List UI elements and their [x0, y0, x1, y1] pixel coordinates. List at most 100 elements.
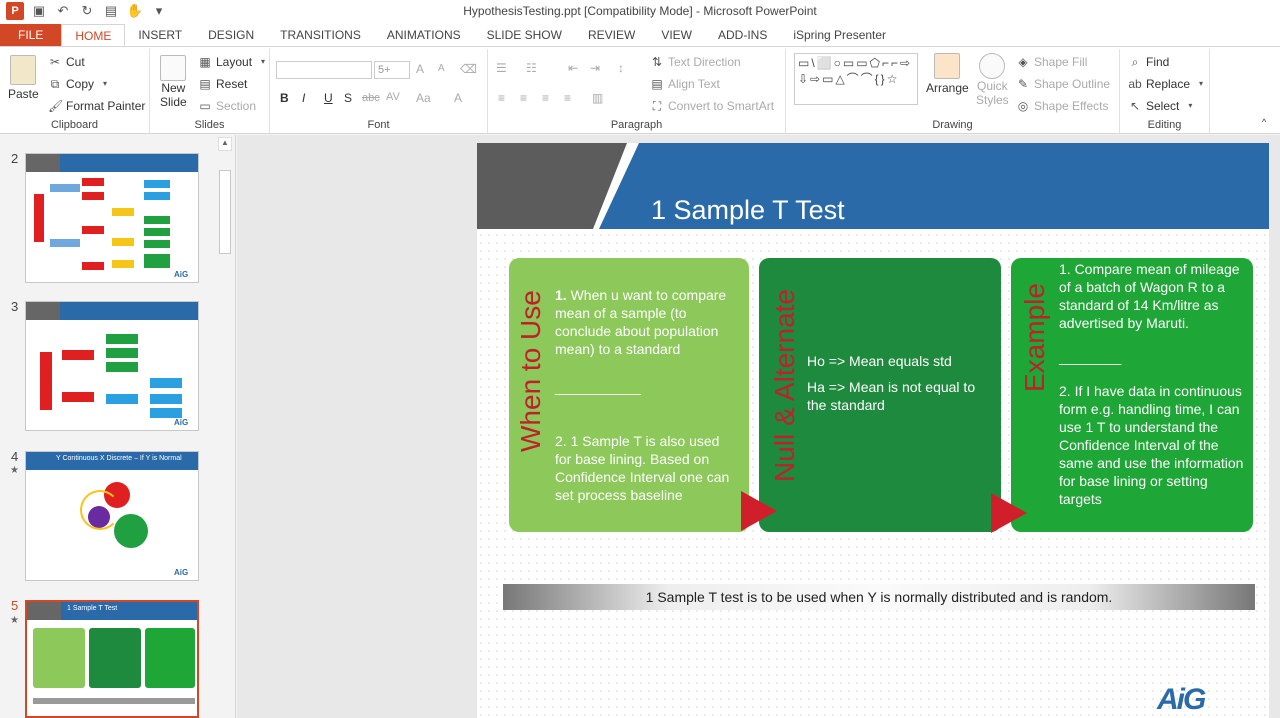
thumbnail-shape — [50, 184, 80, 192]
scissors-icon: ✂ — [49, 55, 61, 69]
font-group-label: Font — [367, 119, 390, 131]
tab-home[interactable]: HOME — [61, 24, 126, 46]
arrange-button[interactable]: Arrange — [926, 53, 969, 95]
paint-bucket-icon: ◈ — [1018, 55, 1028, 69]
font-size-combo[interactable]: 5+ — [374, 61, 410, 79]
slide-title[interactable]: 1 Sample T Test — [651, 195, 845, 226]
shrink-font-button[interactable]: A — [438, 63, 445, 74]
tab-insert[interactable]: INSERT — [125, 24, 195, 46]
copy-button[interactable]: ⧉ Copy ▾ — [48, 77, 112, 91]
bullets-icon[interactable]: ☰ — [496, 61, 507, 75]
replace-button[interactable]: ab Replace ▾ — [1128, 77, 1208, 91]
thumbnail-shape — [150, 378, 182, 388]
thumbnail-shape — [145, 628, 195, 688]
shape-effects-button[interactable]: ◎ Shape Effects — [1016, 99, 1109, 113]
italic-button[interactable]: I — [302, 91, 305, 105]
section-icon: ▭ — [199, 99, 211, 113]
reset-button[interactable]: ▤ Reset — [198, 77, 247, 91]
text-direction-button[interactable]: ⇅ Text Direction — [650, 55, 741, 69]
slide-thumbnail-2[interactable]: AiG — [25, 153, 199, 283]
tab-transitions[interactable]: TRANSITIONS — [267, 24, 374, 46]
section-label: Section — [216, 99, 257, 113]
slide-thumbnail-4[interactable]: Y Continuous X Discrete – If Y is Normal… — [25, 451, 199, 581]
strikethrough-button[interactable]: abc — [362, 92, 380, 104]
tab-file[interactable]: FILE — [0, 24, 62, 46]
align-text-button[interactable]: ▤ Align Text — [650, 77, 719, 91]
line-spacing-icon[interactable]: ↕ — [618, 61, 624, 75]
scroll-up-button[interactable]: ▲ — [218, 137, 232, 151]
numbering-icon[interactable]: ☷ — [526, 61, 537, 75]
card-text-p2: 2. 1 Sample T is also used for base lini… — [555, 433, 730, 503]
align-left-icon[interactable]: ≡ — [498, 91, 505, 105]
card-heading: Example — [1019, 283, 1050, 392]
find-button[interactable]: ⌕ Find — [1128, 55, 1170, 69]
shapes-gallery[interactable]: ▭\⬜○▭▭⬠⌐⌐⇨⇩⇨▭△⌒⌒{}☆ — [794, 53, 918, 105]
bold-button[interactable]: B — [280, 91, 289, 105]
clear-formatting-icon[interactable]: ⌫ — [460, 62, 477, 76]
thumbnail-shape — [62, 392, 94, 402]
shape-outline-button[interactable]: ✎ Shape Outline — [1016, 77, 1110, 91]
shape-fill-label: Shape Fill — [1034, 55, 1088, 69]
thumbnail-scrollbar[interactable] — [219, 170, 231, 254]
format-painter-button[interactable]: 🖌 Format Painter — [48, 99, 145, 113]
thumbnail-shape — [112, 208, 134, 216]
tab-ispring-presenter[interactable]: iSpring Presenter — [780, 24, 899, 46]
increase-indent-icon[interactable]: ⇥ — [590, 61, 600, 75]
tab-slide-show[interactable]: SLIDE SHOW — [474, 24, 575, 46]
card-null-alternate[interactable]: Null & Alternate Ho => Mean equals std H… — [759, 258, 1001, 532]
card-separator: ___________ — [555, 379, 641, 395]
thumbnail-shape — [33, 698, 195, 704]
new-slide-icon — [160, 55, 187, 81]
card-when-to-use[interactable]: When to Use 1. When u want to compare me… — [509, 258, 749, 532]
card-heading: Null & Alternate — [769, 289, 800, 482]
card-example[interactable]: Example 1. Compare mean of mileage of a … — [1011, 258, 1253, 532]
change-case-button[interactable]: Aa — [416, 91, 431, 105]
slides-group-label: Slides — [194, 119, 225, 131]
quick-styles-button[interactable]: Quick Styles — [976, 53, 1009, 107]
align-center-icon[interactable]: ≡ — [520, 91, 527, 105]
new-slide-label-2: Slide — [160, 95, 187, 109]
convert-smartart-button[interactable]: ⛶ Convert to SmartArt — [650, 99, 774, 113]
text-shadow-button[interactable]: S — [344, 91, 352, 105]
thumbnail-shape — [144, 216, 170, 224]
columns-icon[interactable]: ▥ — [592, 91, 603, 105]
thumbnail-shape — [144, 240, 170, 248]
window-title: HypothesisTesting.ppt [Compatibility Mod… — [463, 4, 817, 18]
thumbnail-shape — [112, 260, 134, 268]
font-name-combo[interactable] — [276, 61, 372, 79]
new-slide-button[interactable]: New Slide — [160, 55, 187, 109]
thumbnail-shape — [114, 514, 148, 548]
grow-font-button[interactable]: A — [416, 62, 424, 76]
slide-thumbnail-5[interactable]: 1 Sample T Test — [25, 600, 199, 718]
justify-icon[interactable]: ≡ — [564, 91, 571, 105]
slide-thumbnail-3[interactable]: AiG — [25, 301, 199, 431]
tab-design[interactable]: DESIGN — [195, 24, 267, 46]
summary-banner[interactable]: 1 Sample T test is to be used when Y is … — [503, 584, 1255, 610]
thumbnail-number: 4 — [11, 449, 19, 464]
thumbnail-shape — [80, 490, 120, 530]
collapse-ribbon-icon[interactable]: ^ — [1262, 117, 1266, 127]
section-button[interactable]: ▭ Section — [198, 99, 256, 113]
cut-button[interactable]: ✂ Cut — [48, 55, 85, 69]
thumbnail-shape — [106, 394, 138, 404]
font-color-button[interactable]: A — [454, 91, 462, 105]
cursor-icon: ↖ — [1129, 99, 1141, 113]
character-spacing-button[interactable]: AV — [386, 91, 400, 103]
select-button[interactable]: ↖ Select ▾ — [1128, 99, 1197, 113]
paste-button[interactable]: Paste — [8, 55, 39, 101]
thumbnail-shape — [112, 238, 134, 246]
shape-fill-button[interactable]: ◈ Shape Fill — [1016, 55, 1087, 69]
layout-button[interactable]: ▦ Layout ▾ — [198, 55, 270, 69]
underline-button[interactable]: U — [324, 91, 333, 105]
tab-animations[interactable]: ANIMATIONS — [374, 24, 474, 46]
tab-view[interactable]: VIEW — [648, 24, 705, 46]
thumbnail-header: 1 Sample T Test — [27, 602, 197, 620]
tab-add-ins[interactable]: ADD-INS — [705, 24, 780, 46]
decrease-indent-icon[interactable]: ⇤ — [568, 61, 578, 75]
thumbnail-title: 1 Sample T Test — [67, 605, 118, 612]
reset-label: Reset — [216, 77, 248, 91]
thumbnail-shape — [150, 394, 182, 404]
align-right-icon[interactable]: ≡ — [542, 91, 549, 105]
paste-label: Paste — [8, 87, 39, 101]
tab-review[interactable]: REVIEW — [575, 24, 648, 46]
